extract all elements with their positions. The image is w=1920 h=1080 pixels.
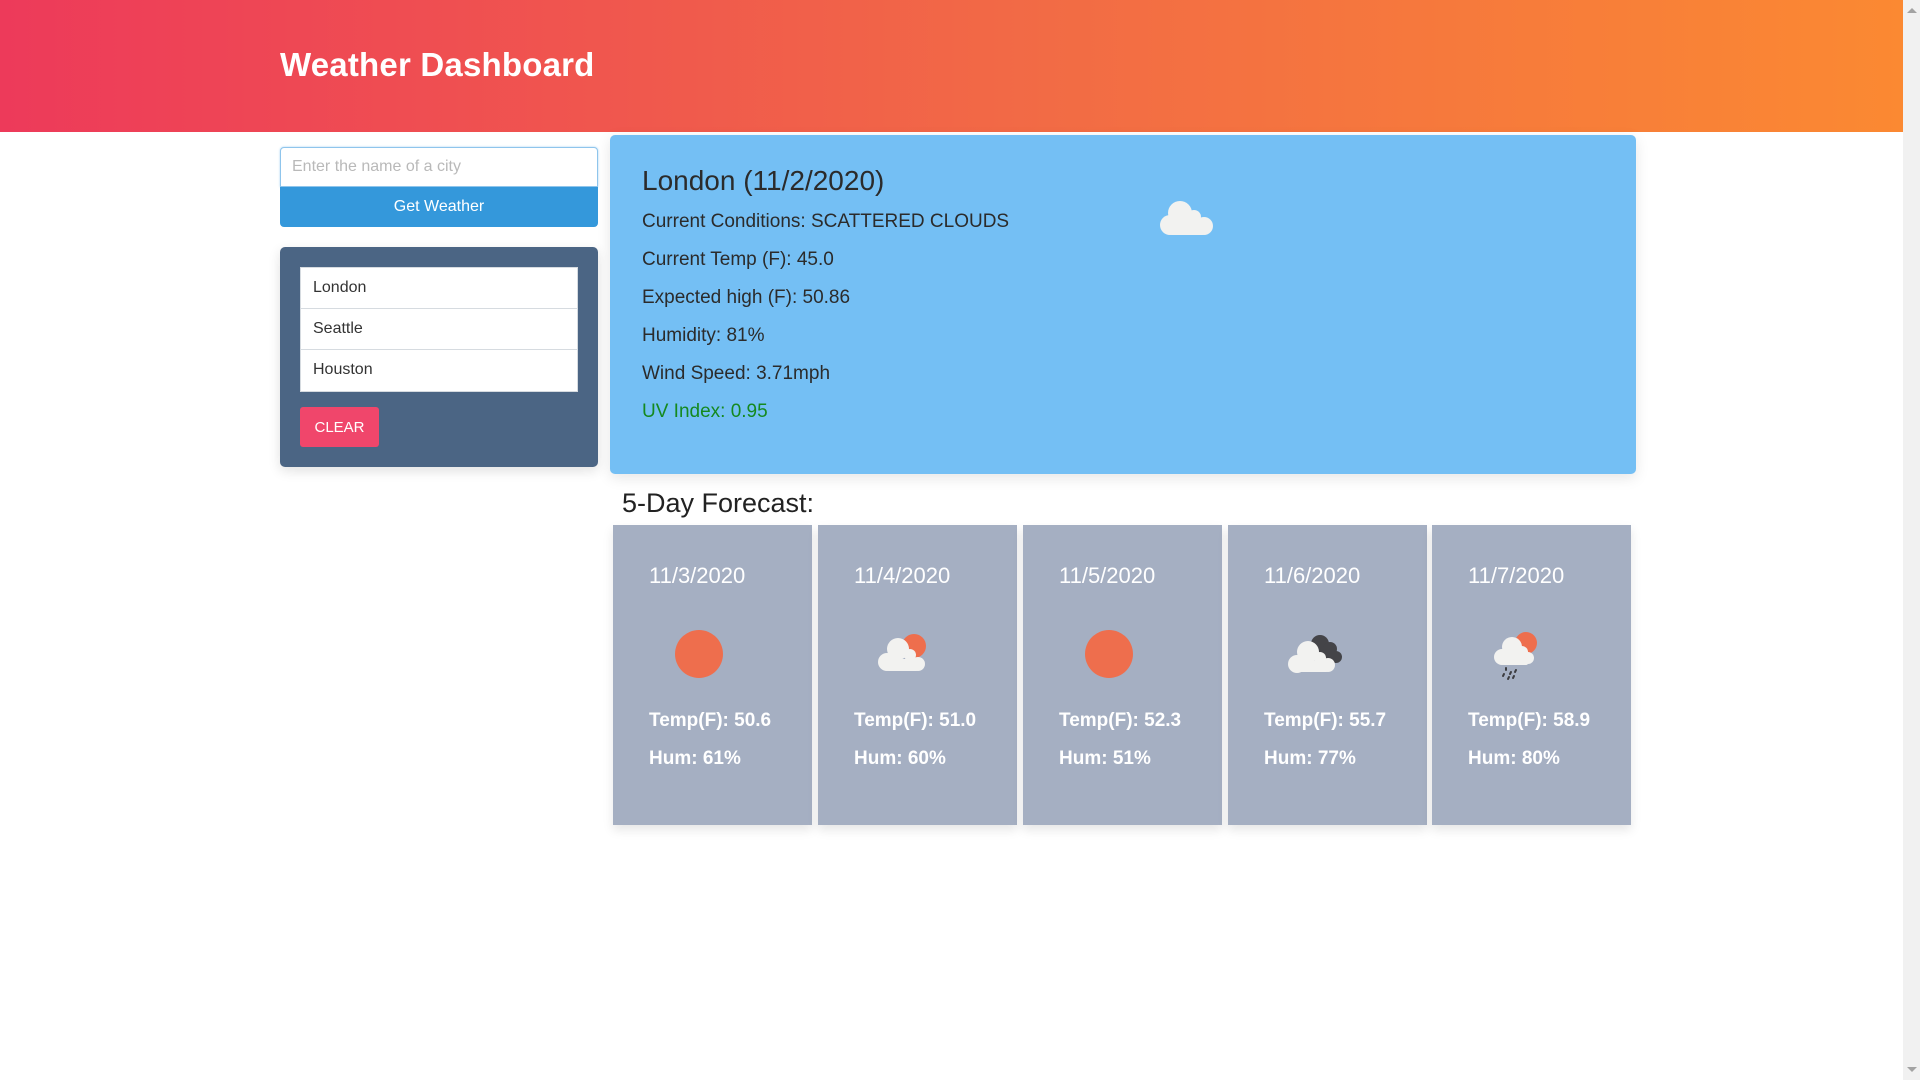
sun-icon [1085,630,1133,678]
forecast-humidity: Hum: 80% [1468,748,1560,769]
get-weather-button[interactable]: Get Weather [280,187,598,227]
current-temp: Current Temp (F): 45.0 [642,249,834,270]
forecast-date: 11/3/2020 [649,563,746,588]
expected-high: Expected high (F): 50.86 [642,287,851,308]
current-conditions: Current Conditions: SCATTERED CLOUDS [642,211,1010,232]
search-history-list: London Seattle Houston [300,267,578,392]
sun-icon [675,630,723,678]
forecast-card: 11/6/2020 Temp(F): 55.7 Hum: 77% [1228,525,1427,825]
page-scrollbar[interactable] [1903,0,1920,1080]
forecast-temp: Temp(F): 55.7 [1264,710,1387,731]
page-title: Weather Dashboard [280,46,595,83]
forecast-humidity: Hum: 61% [649,748,741,769]
rain-icon [1494,632,1537,680]
forecast-date: 11/7/2020 [1468,563,1565,588]
forecast-date: 11/5/2020 [1059,563,1156,588]
forecast-temp: Temp(F): 50.6 [649,710,772,731]
forecast-card: 11/4/2020 Temp(F): 51.0 Hum: 60% [818,525,1017,825]
forecast-temp: Temp(F): 51.0 [854,710,977,731]
forecast-card: 11/7/2020 Temp(F): 58.9 Hum: 80% [1432,525,1631,825]
uv-index: UV Index: 0.95 [642,401,768,422]
forecast-date: 11/6/2020 [1264,563,1361,588]
forecast-card: 11/5/2020 Temp(F): 52.3 Hum: 51% [1023,525,1222,825]
scroll-up-arrow-icon[interactable] [1907,8,1917,13]
partly-cloudy-icon [878,634,926,671]
current-humidity: Humidity: 81% [642,325,765,346]
search-history-panel: London Seattle Houston CLEAR [280,247,598,467]
forecast-temp: Temp(F): 58.9 [1468,710,1591,731]
app-header: Weather Dashboard [0,0,1903,132]
forecast-humidity: Hum: 77% [1264,748,1356,769]
broken-clouds-icon [1288,635,1342,673]
scroll-down-arrow-icon[interactable] [1907,1067,1917,1072]
forecast-date: 11/4/2020 [854,563,951,588]
history-item-seattle[interactable]: Seattle [301,309,577,350]
wind-speed: Wind Speed: 3.71mph [642,363,831,384]
current-city-title: London (11/2/2020) [642,165,885,196]
history-item-london[interactable]: London [301,268,577,309]
forecast-humidity: Hum: 60% [854,748,946,769]
city-search-input[interactable] [280,147,598,187]
history-item-houston[interactable]: Houston [301,350,577,391]
forecast-card: 11/3/2020 Temp(F): 50.6 Hum: 61% [613,525,812,825]
forecast-humidity: Hum: 51% [1059,748,1151,769]
cloud-icon [1160,201,1213,235]
current-weather-card: London (11/2/2020) Current Conditions: S… [610,135,1636,474]
forecast-heading: 5-Day Forecast: [622,488,815,518]
clear-history-button[interactable]: CLEAR [300,407,379,447]
forecast-temp: Temp(F): 52.3 [1059,710,1182,731]
